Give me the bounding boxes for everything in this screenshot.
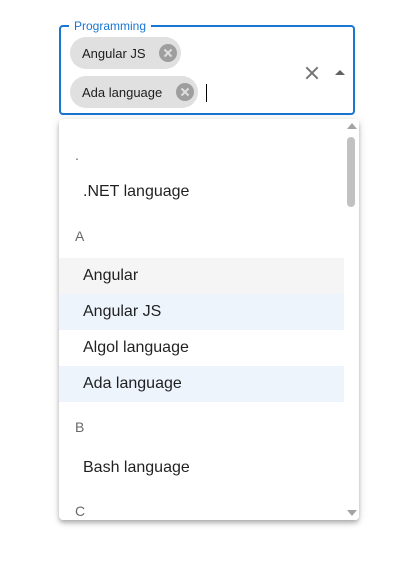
text-input-caret[interactable] (206, 84, 207, 102)
chip-label: Ada language (82, 84, 163, 100)
group-header: . (75, 147, 79, 163)
option-bash-language[interactable]: Bash language (59, 450, 344, 486)
scroll-down-arrow-icon[interactable] (347, 510, 357, 516)
arrow-drop-up-icon[interactable] (331, 64, 349, 82)
group-header: C (75, 503, 86, 519)
listbox-scrollbar[interactable] (344, 119, 359, 520)
option-algol-language[interactable]: Algol language (59, 330, 344, 366)
close-icon[interactable] (302, 63, 322, 83)
group-header: A (75, 228, 85, 244)
options-listbox[interactable]: . .NET language A Angular Angular JS Alg… (59, 119, 359, 520)
field-label: Programming (69, 18, 152, 34)
option-angular[interactable]: Angular (59, 258, 344, 294)
cancel-icon[interactable] (176, 83, 194, 101)
chip-ada-language[interactable]: Ada language (70, 76, 198, 108)
option-dotnet-language[interactable]: .NET language (59, 174, 344, 210)
chip-angular-js[interactable]: Angular JS (70, 37, 181, 69)
group-header: B (75, 419, 85, 435)
scrollbar-thumb[interactable] (347, 137, 355, 207)
cancel-icon[interactable] (159, 44, 177, 62)
chip-label: Angular JS (82, 45, 146, 61)
scroll-up-arrow-icon[interactable] (347, 123, 357, 129)
option-angular-js[interactable]: Angular JS (59, 294, 344, 330)
option-ada-language[interactable]: Ada language (59, 366, 344, 402)
autocomplete-field[interactable]: Programming Angular JS Ada language (59, 18, 355, 115)
